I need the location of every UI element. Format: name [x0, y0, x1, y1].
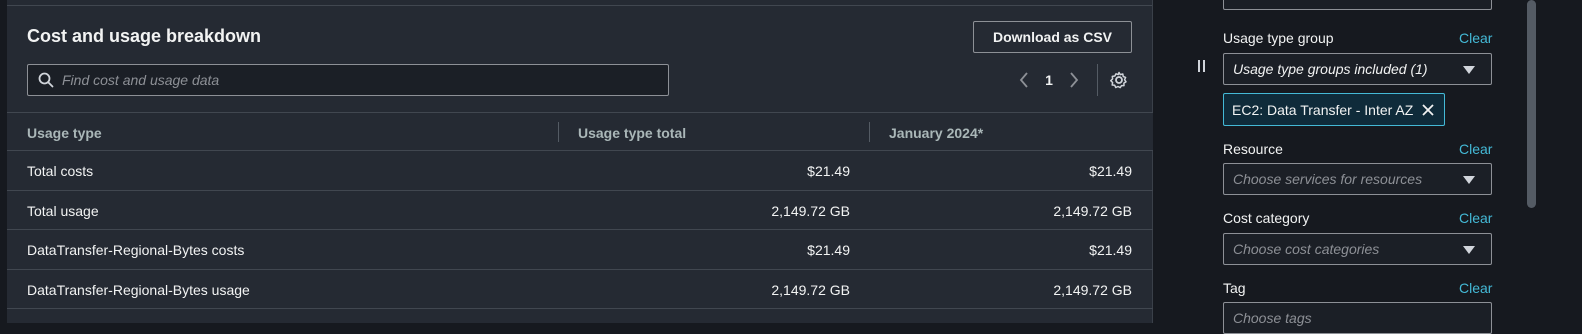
- column-header-usage-total[interactable]: Usage type total: [578, 125, 686, 141]
- tag-label: Tag: [1223, 280, 1246, 296]
- table-row: Total usage 2,149.72 GB 2,149.72 GB: [7, 191, 1153, 230]
- usage-type-group-clear-link[interactable]: Clear: [1459, 30, 1492, 46]
- left-gutter: [0, 0, 7, 323]
- resource-dropdown[interactable]: Choose services for resources: [1223, 163, 1492, 195]
- usage-table: Usage type Usage type total January 2024…: [7, 112, 1153, 309]
- caret-down-icon: [1463, 66, 1475, 74]
- usage-type-group-label: Usage type group: [1223, 30, 1334, 46]
- table-row: DataTransfer-Regional-Bytes usage 2,149.…: [7, 270, 1153, 309]
- cell-usage-total: 2,149.72 GB: [771, 202, 850, 219]
- cost-category-label: Cost category: [1223, 210, 1310, 226]
- column-header-usage-type[interactable]: Usage type: [27, 125, 102, 141]
- column-resizer[interactable]: [558, 122, 559, 142]
- cell-january: $21.49: [1089, 163, 1132, 179]
- scrollbar-thumb[interactable]: [1527, 0, 1536, 208]
- filters-panel: Usage type group Clear Usage type groups…: [1191, 0, 1521, 334]
- tag-dropdown[interactable]: Choose tags: [1223, 302, 1492, 334]
- usage-type-group-dropdown[interactable]: Usage type groups included (1): [1223, 53, 1492, 85]
- caret-down-icon: [1463, 246, 1475, 254]
- chevron-left-icon[interactable]: [1012, 66, 1036, 94]
- cell-usage-type: Total costs: [27, 163, 94, 179]
- resource-label: Resource: [1223, 141, 1283, 157]
- column-resizer[interactable]: [869, 122, 870, 142]
- search-field[interactable]: [27, 64, 669, 96]
- table-header: Usage type Usage type total January 2024…: [7, 112, 1153, 151]
- resource-clear-link[interactable]: Clear: [1459, 141, 1492, 157]
- cost-usage-breakdown-panel: Cost and usage breakdown Download as CSV…: [7, 0, 1153, 323]
- cell-usage-total: $21.49: [807, 242, 850, 258]
- download-csv-button[interactable]: Download as CSV: [973, 21, 1132, 53]
- column-header-january[interactable]: January 2024*: [889, 125, 983, 141]
- cell-usage-total: $21.49: [807, 163, 850, 179]
- cost-category-placeholder: Choose cost categories: [1233, 241, 1380, 257]
- cell-usage-total: 2,149.72 GB: [771, 281, 850, 298]
- search-icon: [38, 72, 54, 88]
- page-number[interactable]: 1: [1036, 72, 1062, 88]
- usage-type-group-value: Usage type groups included (1): [1233, 61, 1428, 77]
- gear-icon[interactable]: [1110, 71, 1128, 89]
- cost-category-clear-link[interactable]: Clear: [1459, 210, 1492, 226]
- cell-usage-type: DataTransfer-Regional-Bytes costs: [27, 242, 245, 258]
- cost-category-dropdown[interactable]: Choose cost categories: [1223, 233, 1492, 265]
- cell-january: 2,149.72 GB: [1053, 202, 1132, 219]
- filter-token-label: EC2: Data Transfer - Inter AZ: [1232, 101, 1414, 118]
- table-row: Total costs $21.49 $21.49: [7, 151, 1153, 191]
- right-strip: [1545, 0, 1582, 323]
- resource-placeholder: Choose services for resources: [1233, 171, 1423, 187]
- drag-handle-icon[interactable]: [1193, 60, 1209, 76]
- tag-placeholder: Choose tags: [1233, 310, 1312, 326]
- caret-down-icon: [1463, 176, 1475, 184]
- pagination: 1: [1012, 66, 1086, 94]
- chevron-right-icon[interactable]: [1062, 66, 1086, 94]
- cell-usage-type: Total usage: [27, 202, 99, 219]
- panel-title: Cost and usage breakdown: [27, 26, 262, 46]
- close-icon[interactable]: [1420, 102, 1436, 118]
- cell-january: 2,149.72 GB: [1053, 281, 1132, 298]
- cell-january: $21.49: [1089, 242, 1132, 258]
- cell-usage-type: DataTransfer-Regional-Bytes usage: [27, 281, 250, 298]
- pager-divider: [1097, 64, 1098, 96]
- search-input[interactable]: [62, 72, 642, 88]
- filter-token: EC2: Data Transfer - Inter AZ: [1223, 93, 1445, 126]
- previous-filter-dropdown[interactable]: [1223, 0, 1492, 10]
- tag-clear-link[interactable]: Clear: [1459, 280, 1492, 296]
- table-row: DataTransfer-Regional-Bytes costs $21.49…: [7, 230, 1153, 270]
- panel-top-divider: [7, 5, 1152, 6]
